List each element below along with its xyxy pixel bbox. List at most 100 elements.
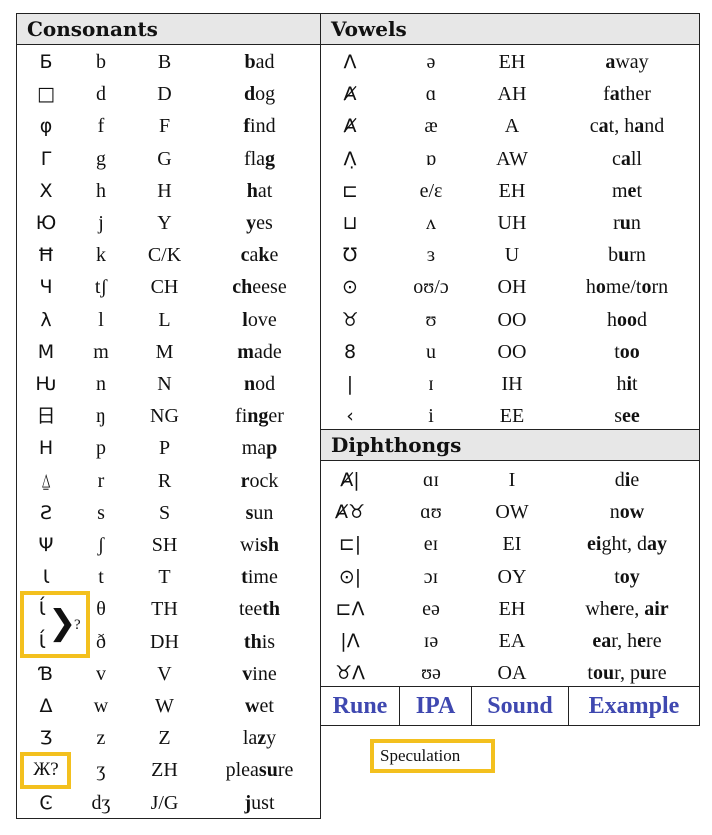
example-highlight: th <box>243 630 262 653</box>
rune-glyph: Ⱥ♉ <box>334 501 366 524</box>
example-highlight: a <box>620 147 631 170</box>
sound-label: OO <box>497 308 527 331</box>
example-text: is <box>261 630 276 653</box>
ipa-symbol: v <box>96 662 106 685</box>
ipa-symbol: ɒ <box>425 147 437 170</box>
ipa-symbol: ʊə <box>421 662 441 685</box>
sound-label: EH <box>498 597 526 620</box>
ipa-symbol: n <box>96 373 106 395</box>
example-highlight: a <box>605 51 616 73</box>
example-text: wi <box>240 534 261 556</box>
sound-label: ZH <box>151 759 178 782</box>
example-text: s <box>614 405 623 428</box>
consonants-row: Ħk C/K cake <box>17 239 320 271</box>
example-text: re <box>646 630 662 652</box>
example-word: eight, day <box>553 528 701 560</box>
ipa-symbol: ŋ <box>96 405 106 428</box>
example-word: teeth <box>197 593 322 625</box>
example-highlight: o <box>595 276 606 299</box>
example-text: y <box>266 727 277 750</box>
example-highlight: th <box>262 598 281 621</box>
sound-label: OO <box>497 340 527 363</box>
example-highlight: su <box>258 759 278 782</box>
example-word: just <box>197 787 322 819</box>
example-word: home/torn <box>553 271 701 303</box>
rune-glyph: H <box>38 437 54 460</box>
example-text: rn <box>629 244 646 267</box>
example-word: made <box>197 336 322 368</box>
rune-glyph: Ψ <box>38 534 54 556</box>
column-legend: Rune IPA Sound Example <box>320 686 700 726</box>
example-highlight: m <box>237 340 254 363</box>
example-highlight: h <box>246 179 258 202</box>
example-word: burn <box>553 239 701 271</box>
example-text: ind <box>250 115 276 138</box>
rune-glyph: Λ <box>343 51 357 73</box>
ipa-symbol: s <box>97 501 105 524</box>
consonants-row: Ψʃ SH wish <box>17 529 320 561</box>
consonants-row: ⍙ r Rrock <box>17 465 320 497</box>
example-word: this <box>197 626 322 658</box>
consonants-row: Δw Wwet <box>17 690 320 722</box>
example-word: too <box>553 336 701 368</box>
ipa-symbol: ɜ <box>426 244 436 267</box>
sound-label: U <box>504 244 520 267</box>
sound-label: SH <box>151 534 178 556</box>
example-highlight: ch <box>232 276 253 299</box>
rune-glyph: Ɩ <box>42 566 50 589</box>
example-text: n <box>609 501 620 524</box>
example-word: hit <box>553 368 701 400</box>
sound-label: TH <box>151 598 178 621</box>
rune-glyph: Б <box>39 51 53 73</box>
example-highlight: ee <box>622 405 640 428</box>
consonants-row: Ԋn Nnod <box>17 368 320 400</box>
example-highlight: sh <box>260 534 279 556</box>
ipa-symbol: p <box>96 437 106 460</box>
example-highlight: w <box>245 695 260 717</box>
example-text: at <box>257 179 273 202</box>
example-word: toy <box>553 561 701 593</box>
consonants-row: 日 ŋ NG finger <box>17 400 320 432</box>
theta-eth-speculation-box: ❯ ? <box>20 591 90 658</box>
example-highlight: e <box>609 597 619 620</box>
example-text: un <box>253 501 274 524</box>
sound-label: M <box>155 340 174 363</box>
ipa-symbol: h <box>96 179 106 202</box>
vowels-row: Ⱥæ Acat, hand <box>321 110 699 142</box>
example-highlight: d <box>243 83 256 106</box>
example-highlight: ow <box>619 501 645 524</box>
example-text: ade <box>253 340 282 363</box>
rune-glyph: M <box>37 340 55 363</box>
example-word: vine <box>197 658 322 690</box>
example-text: c <box>611 147 621 170</box>
example-word: nod <box>197 368 322 400</box>
ipa-symbol: w <box>93 695 109 717</box>
example-highlight: g <box>265 147 276 170</box>
sound-label: V <box>157 662 172 685</box>
example-word: rock <box>197 465 322 497</box>
rune-glyph: ⊙ <box>342 276 358 299</box>
sound-label: OA <box>497 662 527 685</box>
example-highlight: u <box>639 662 652 685</box>
sound-label: T <box>158 566 171 589</box>
ipa-symbol: æ <box>424 115 438 138</box>
sound-label: NG <box>150 405 179 428</box>
consonants-row: Ͼdʒ J/G just <box>17 787 320 819</box>
legend-ipa: IPA <box>400 687 472 725</box>
example-highlight: e <box>637 630 647 652</box>
rune-glyph: Ч <box>39 276 53 299</box>
example-text: h <box>585 276 596 299</box>
example-highlight: t <box>241 566 248 589</box>
example-highlight: a <box>609 83 620 106</box>
example-text: ma <box>241 437 267 460</box>
example-text: ght, d <box>601 533 647 556</box>
sound-label: Z <box>158 727 171 750</box>
rune-glyph: Ԋ <box>35 373 57 395</box>
zh-speculation-box <box>20 752 71 789</box>
example-text: c <box>589 115 599 138</box>
ipa-symbol: g <box>96 147 106 170</box>
example-text: fi <box>235 405 248 428</box>
ipa-symbol: ʃ <box>97 534 105 556</box>
example-word: now <box>553 496 701 528</box>
ipa-symbol: z <box>96 727 106 750</box>
